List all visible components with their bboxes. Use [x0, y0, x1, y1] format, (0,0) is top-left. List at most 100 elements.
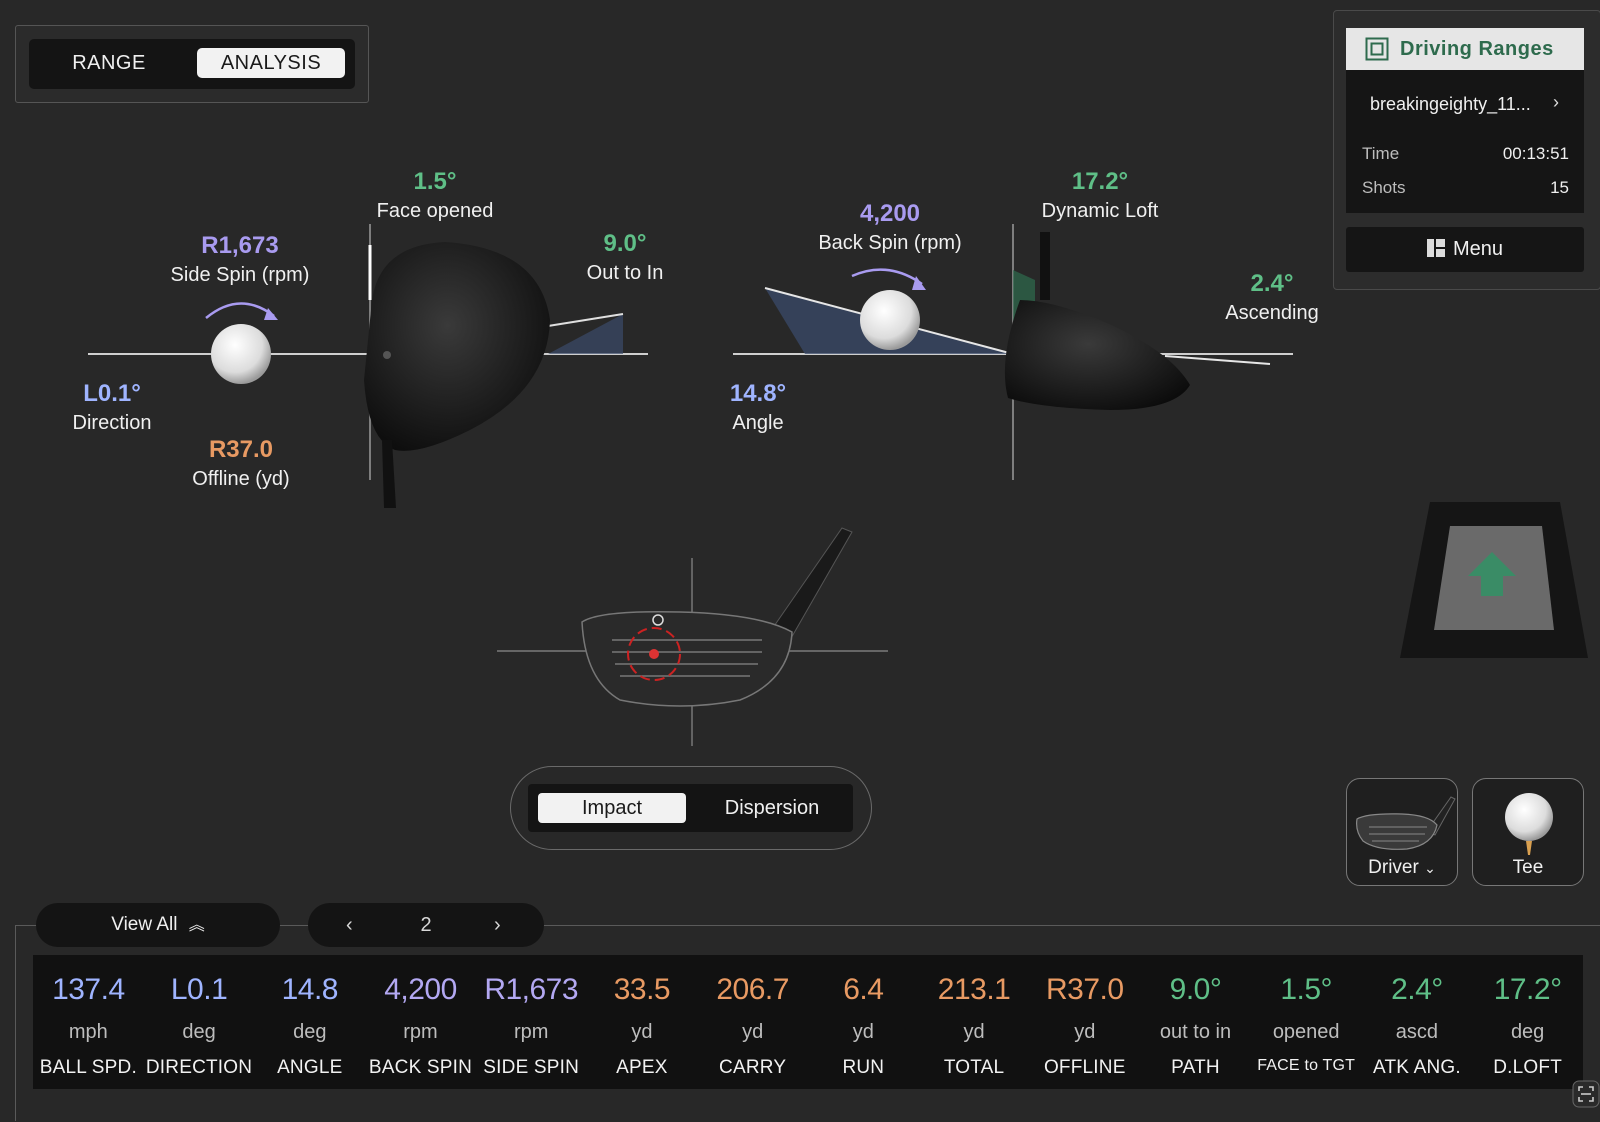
metric-label: DIRECTION [145, 1057, 253, 1078]
metric-unit: yd [963, 1021, 985, 1043]
shot-metrics-strip: 137.4 mph BALL SPD. L0.1 deg DIRECTION 14.8 deg… [33, 955, 1583, 1089]
back-spin-arrow-icon [851, 268, 923, 286]
metric-label: APEX [616, 1057, 668, 1078]
metric-cell: 4,200 rpm BACK SPIN [365, 955, 476, 1089]
driver-hosel [769, 527, 853, 641]
golf-ball-top-icon [211, 324, 271, 384]
metric-cell: 6.4 yd RUN [808, 955, 919, 1089]
metric-label: FACE to TGT [1257, 1057, 1356, 1074]
metric-unit: yd [852, 1021, 874, 1043]
metric-value: 17.2° [1493, 973, 1562, 1006]
metric-label: TOTAL [943, 1057, 1005, 1078]
metric-value: 4,200 [384, 973, 457, 1006]
club-selector-text: Driver ⌄ [1347, 857, 1457, 879]
chevron-right-icon[interactable]: › [1553, 92, 1559, 113]
shot-pager: ‹ 2 › [308, 903, 544, 947]
metric-value: 33.5 [613, 973, 671, 1006]
metric-value: R1,673 [484, 973, 579, 1006]
club-selector[interactable]: Driver ⌄ [1346, 778, 1458, 886]
metric-value: 14.8 [281, 973, 339, 1006]
tab-impact[interactable]: Impact [538, 793, 686, 823]
back-spin-label: Back Spin (rpm) [818, 232, 962, 254]
metric-label: BACK SPIN [368, 1057, 473, 1078]
metric-value: 206.7 [716, 973, 789, 1006]
launch-angle-label: Angle [732, 412, 784, 434]
path-value: 9.0° [603, 230, 647, 257]
metric-unit: mph [68, 1021, 108, 1043]
golf-ball-side-icon [860, 290, 920, 350]
metric-unit: opened [1272, 1021, 1340, 1043]
metric-cell: 14.8 deg ANGLE [254, 955, 365, 1089]
metric-label: ATK ANG. [1373, 1057, 1461, 1078]
side-spin-label: Side Spin (rpm) [170, 264, 310, 286]
attack-angle-value: 2.4° [1250, 270, 1294, 297]
metric-label: BALL SPD. [39, 1057, 137, 1078]
offline-label: Offline (yd) [192, 468, 290, 490]
metric-label: SIDE SPIN [483, 1057, 580, 1078]
driver-club-icon [1356, 796, 1456, 850]
metric-cell: 1.5° opened FACE to TGT [1251, 955, 1362, 1089]
tee-label: Tee [1512, 857, 1544, 878]
metric-cell: R1,673 rpm SIDE SPIN [476, 955, 587, 1089]
metric-value: 2.4° [1391, 973, 1443, 1006]
shots-label: Shots [1362, 178, 1406, 197]
metric-unit: deg [182, 1021, 216, 1043]
tab-dispersion[interactable]: Dispersion [698, 793, 846, 823]
metric-value: 213.1 [937, 973, 1011, 1006]
time-value: 00:13:51 [1502, 144, 1569, 163]
metric-unit: yd [742, 1021, 764, 1043]
direction-label: Direction [72, 412, 152, 434]
side-spin-arrow-icon [205, 302, 275, 319]
launch-angle-value: 14.8° [729, 380, 787, 407]
metric-unit: rpm [513, 1021, 549, 1043]
metric-label: OFFLINE [1043, 1057, 1126, 1078]
session-name[interactable]: breakingeighty_11... [1370, 94, 1531, 115]
metric-value: 1.5° [1280, 973, 1333, 1006]
head-marker [383, 351, 391, 359]
metric-cell: 213.1 yd TOTAL [919, 955, 1030, 1089]
metric-unit: yd [631, 1021, 653, 1043]
metric-cell: L0.1 deg DIRECTION [144, 955, 255, 1089]
tee-selector[interactable]: Tee [1472, 778, 1584, 886]
metric-unit: ascd [1395, 1021, 1439, 1043]
attack-angle-label: Ascending [1225, 302, 1319, 324]
metric-unit: out to in [1159, 1021, 1232, 1043]
view-all-button[interactable]: View All ︽ [36, 903, 280, 947]
scan-icon[interactable] [1572, 1080, 1600, 1108]
driver-shaft-side [1040, 232, 1050, 300]
time-label: Time [1362, 144, 1400, 163]
metric-label: ANGLE [277, 1057, 343, 1078]
back-spin-value: 4,200 [859, 200, 921, 227]
metric-unit: rpm [403, 1021, 438, 1043]
driver-head-top-icon [364, 242, 550, 451]
view-all-label: View All [111, 914, 178, 935]
chevron-up-double-icon: ︽ [188, 917, 205, 934]
metric-cell: 9.0° out to in PATH [1140, 955, 1251, 1089]
next-page-button[interactable]: › [494, 903, 501, 947]
driver-head-side-icon [1004, 300, 1190, 410]
chevron-down-icon: ⌄ [1424, 860, 1436, 876]
metric-cell: 206.7 yd CARRY [697, 955, 808, 1089]
menu-button[interactable]: Menu [1346, 227, 1584, 272]
metric-value: 9.0° [1169, 973, 1222, 1006]
offline-value: R37.0 [208, 436, 274, 463]
metric-cell: 2.4° ascd ATK ANG. [1362, 955, 1473, 1089]
metric-cell: 33.5 yd APEX [587, 955, 698, 1089]
face-angle-value: 1.5° [413, 168, 457, 195]
metric-value: 6.4 [843, 973, 884, 1006]
dynamic-loft-value: 17.2° [1071, 168, 1129, 195]
menu-icon [1426, 239, 1445, 257]
driver-face-icon [581, 610, 793, 707]
attack-line [1164, 355, 1271, 365]
range-grid-icon [1365, 37, 1389, 61]
dynamic-loft-label: Dynamic Loft [1041, 200, 1159, 222]
metric-label: D.LOFT [1493, 1057, 1563, 1078]
metric-label: CARRY [719, 1057, 787, 1078]
driver-shaft-top [382, 440, 396, 508]
golf-tee-icon [1505, 793, 1553, 855]
metric-label: RUN [842, 1057, 885, 1078]
metric-unit: deg [293, 1021, 327, 1043]
metric-unit: yd [1074, 1021, 1096, 1043]
face-angle-label: Face opened [376, 200, 494, 222]
metric-value: 137.4 [52, 973, 125, 1006]
